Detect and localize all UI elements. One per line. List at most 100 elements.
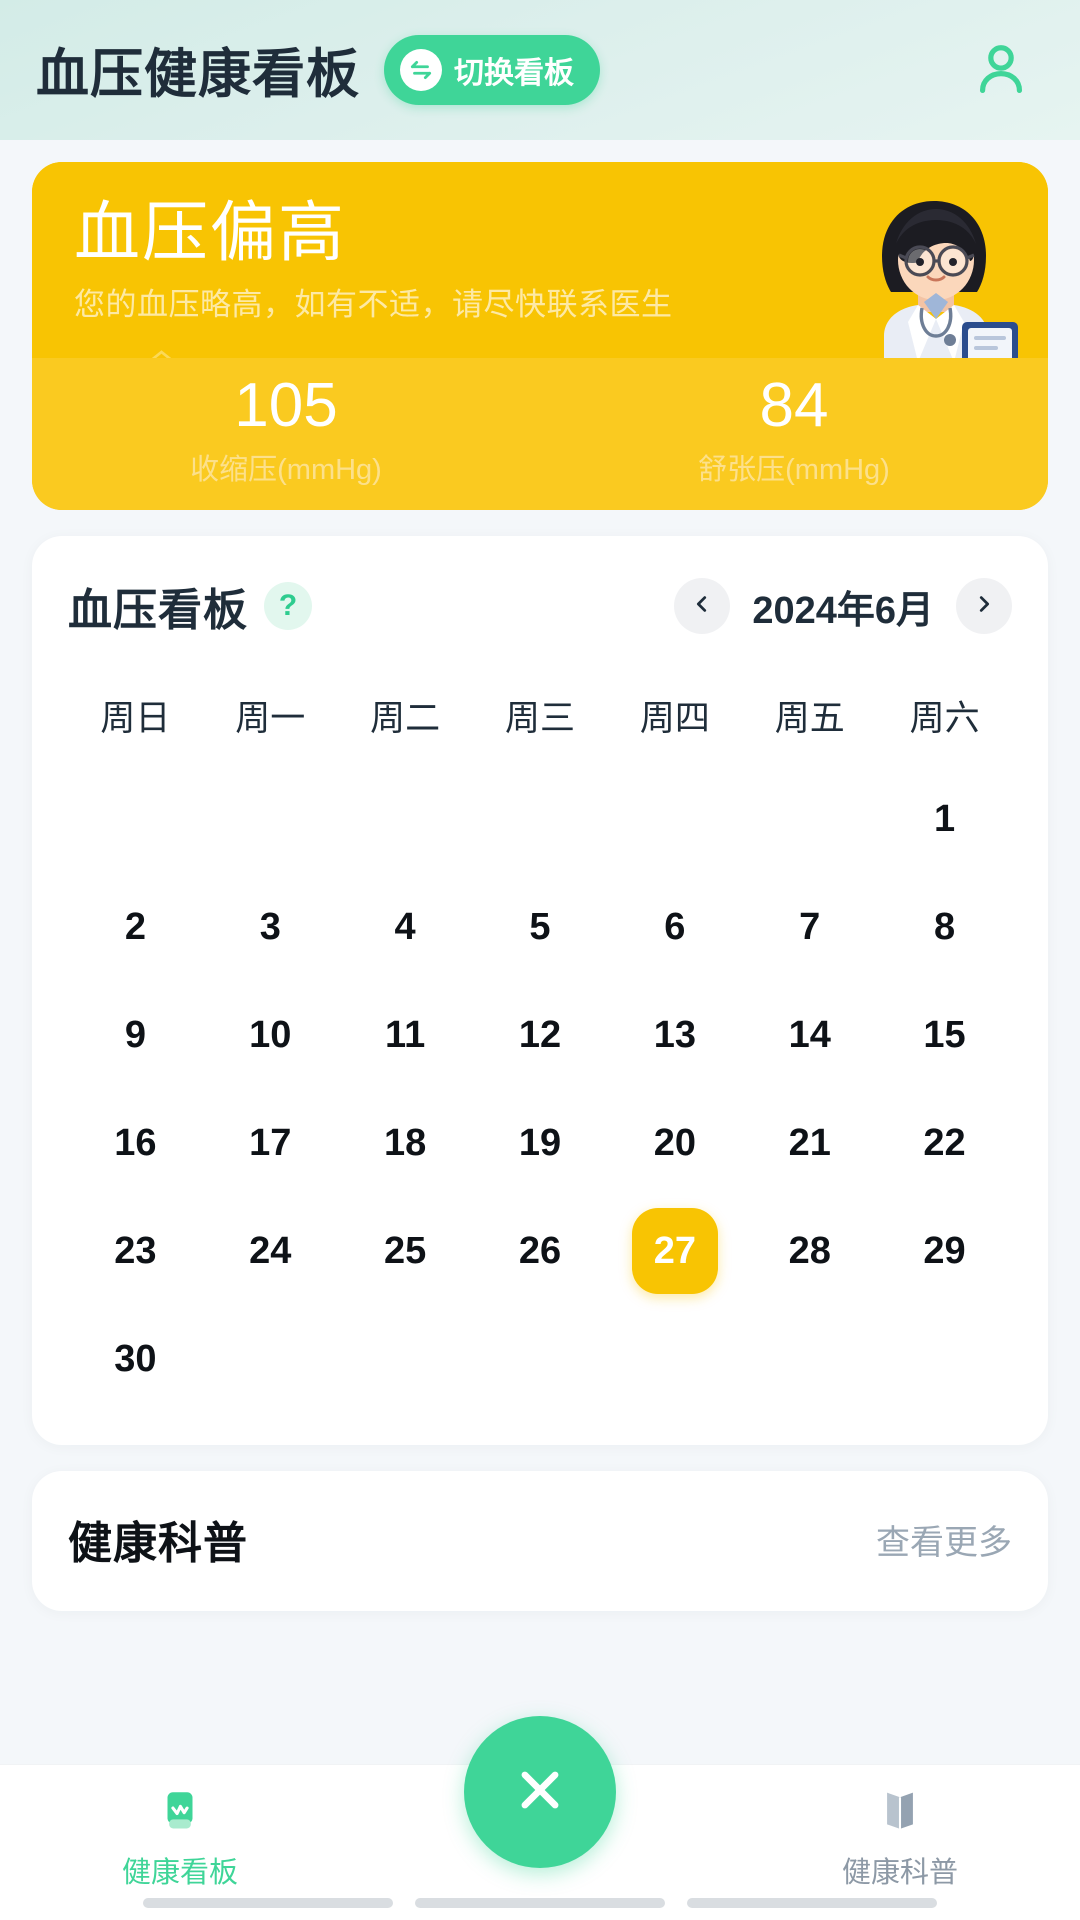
page-title: 血压健康看板 [36,45,360,104]
calendar-day-label: 12 [518,1013,562,1056]
calendar-day-empty [338,765,473,873]
calendar-month-nav: 2024年6月 [674,578,1012,634]
calendar-day-cell[interactable]: 29 [877,1197,1012,1305]
tab-health-science[interactable]: 健康科普 [720,1765,1080,1891]
calendar-day-cell[interactable]: 9 [68,981,203,1089]
switch-dashboard-button[interactable]: 切换看板 [384,35,600,105]
calendar-day-label: 11 [385,1013,426,1056]
weekday-label-4: 周四 [639,699,710,738]
calendar-day-cell[interactable]: 15 [877,981,1012,1089]
app-header: 血压健康看板 切换看板 [0,0,1080,140]
calendar-day-cell[interactable]: 26 [473,1197,608,1305]
tab-health-dashboard[interactable]: 健康看板 [0,1765,360,1891]
calendar-day-empty-label [92,776,178,862]
calendar-day-cell[interactable]: 17 [203,1089,338,1197]
calendar-day-label: 3 [259,905,281,948]
calendar-header: 血压看板 ? 2024年6月 [68,574,1012,638]
calendar-day-cell[interactable]: 28 [742,1197,877,1305]
diastolic-reading: 84 舒张压(mmHg) [540,358,1048,488]
diastolic-label: 舒张压(mmHg) [698,454,890,487]
calendar-day-empty-label [227,776,313,862]
calendar-day-cell[interactable]: 24 [203,1197,338,1305]
calendar-day-empty [203,765,338,873]
calendar-day-cell[interactable]: 23 [68,1197,203,1305]
calendar-day-cell[interactable]: 25 [338,1197,473,1305]
switch-dashboard-label: 切换看板 [454,57,574,90]
calendar-day-cell[interactable]: 12 [473,981,608,1089]
calendar-day-empty [473,765,608,873]
weekday-label-1: 周一 [235,699,306,738]
calendar-day-label: 5 [529,905,551,948]
view-more-link[interactable]: 查看更多 [876,1515,1012,1564]
calendar-day-label: 1 [933,797,956,840]
calendar-day-label: 15 [923,1013,966,1056]
calendar-day-label: 13 [653,1013,696,1056]
user-avatar-icon[interactable] [968,37,1034,103]
calendar-day-cell[interactable]: 27 [607,1197,742,1305]
calendar-day-label: 6 [664,905,686,948]
calendar-day-grid: 1 2 3 4 5 6 7 8 9 10 11 12 13 14 15 16 17 18 19 20 21 22 23 24 2… [68,765,1012,1413]
calendar-day-label: 2 [124,905,146,948]
calendar-day-cell[interactable]: 11 [338,981,473,1089]
calendar-day-cell[interactable]: 1 [877,765,1012,873]
calendar-day-cell[interactable]: 8 [877,873,1012,981]
status-card-readings: 105 收缩压(mmHg) 84 舒张压(mmHg) [32,358,1048,510]
chevron-right-icon [973,593,995,620]
calendar-day-cell[interactable]: 10 [203,981,338,1089]
calendar-day-label: 17 [249,1121,292,1164]
calendar-day-cell[interactable]: 22 [877,1089,1012,1197]
calendar-day-label: 21 [788,1121,831,1164]
calendar-day-cell[interactable]: 2 [68,873,203,981]
calendar-day-cell[interactable]: 6 [607,873,742,981]
calendar-day-cell[interactable]: 20 [607,1089,742,1197]
calendar-day-label: 23 [114,1229,157,1272]
question-mark-icon[interactable]: ? [264,582,312,630]
blood-pressure-status-card: 血压偏高 您的血压略高，如有不适，请尽快联系医生 105 收缩压(mmHg) 8… [32,162,1048,510]
calendar-day-label: 20 [653,1121,696,1164]
calendar-day-cell[interactable]: 19 [473,1089,608,1197]
calendar-day-label: 24 [249,1229,292,1272]
calendar-card: 血压看板 ? 2024年6月 周日 周一 周二 周三 周四 周五 周六 1 2 … [32,536,1048,1445]
calendar-day-empty [68,765,203,873]
calendar-day-empty-label [497,776,583,862]
calendar-day-label: 26 [518,1229,562,1272]
calendar-day-label: 25 [383,1229,427,1272]
home-indicator-bar [143,1898,393,1908]
calendar-day-empty [742,765,877,873]
calendar-day-cell[interactable]: 16 [68,1089,203,1197]
calendar-day-cell[interactable]: 30 [68,1305,203,1413]
calendar-day-cell[interactable]: 13 [607,981,742,1089]
close-x-icon [507,1757,573,1828]
health-science-title: 健康科普 [68,1519,248,1568]
doctor-illustration [840,182,1030,362]
calendar-day-label: 14 [788,1013,831,1056]
home-indicator-bar [415,1898,665,1908]
calendar-day-label: 10 [249,1013,292,1056]
calendar-day-label: 19 [518,1121,562,1164]
tab-health-science-label: 健康科普 [841,1857,958,1889]
weekday-label-2: 周二 [370,699,441,738]
next-month-button[interactable] [956,578,1012,634]
calendar-day-cell[interactable]: 5 [473,873,608,981]
calendar-day-cell[interactable]: 18 [338,1089,473,1197]
calendar-day-cell[interactable]: 14 [742,981,877,1089]
close-fab-button[interactable] [464,1716,616,1868]
calendar-day-cell[interactable]: 21 [742,1089,877,1197]
calendar-day-cell[interactable]: 3 [203,873,338,981]
weekday-label-3: 周三 [504,699,575,738]
calendar-day-empty-label [632,776,718,862]
calendar-day-label: 30 [114,1337,157,1380]
calendar-day-empty [607,765,742,873]
calendar-day-label: 28 [788,1229,831,1272]
current-month-label: 2024年6月 [752,589,934,632]
home-indicator [0,1898,1080,1908]
calendar-day-label: 22 [923,1121,966,1164]
calendar-day-label: 8 [933,905,956,948]
prev-month-button[interactable] [674,578,731,634]
calendar-day-cell[interactable]: 7 [742,873,877,981]
home-indicator-bar [687,1898,937,1908]
diastolic-value: 84 [759,371,829,440]
switch-dashboard-icon [400,49,442,91]
calendar-day-label: 29 [923,1229,966,1272]
calendar-day-cell[interactable]: 4 [338,873,473,981]
